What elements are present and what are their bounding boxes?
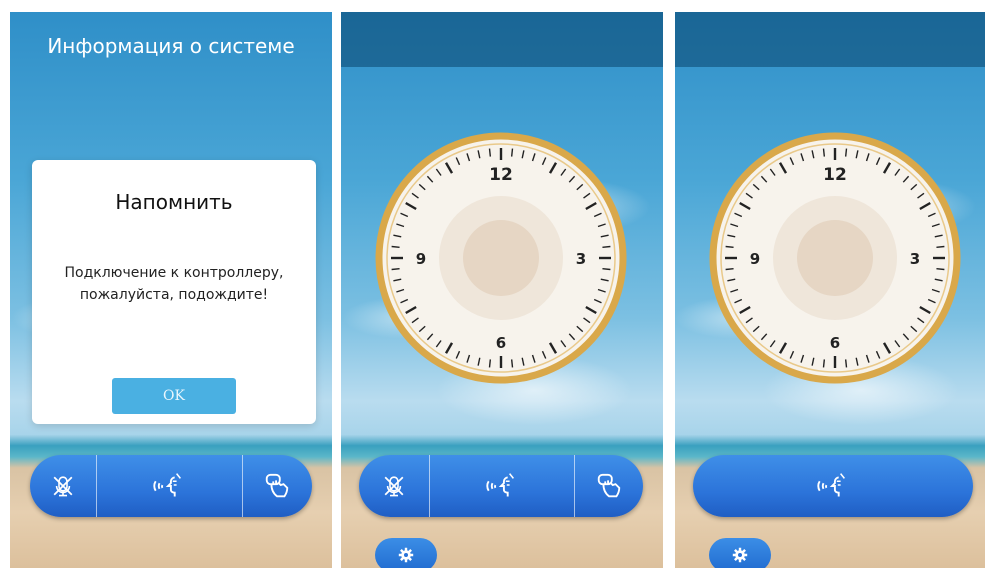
voice-talk-icon bbox=[150, 471, 188, 501]
clock-tick bbox=[488, 148, 492, 157]
screen-system-info: Информация о системе Напомнить Подключен… bbox=[10, 12, 332, 568]
clock-tick bbox=[391, 245, 400, 249]
top-bar bbox=[675, 12, 985, 67]
screen-clock-full: 12 3 6 9 bbox=[341, 12, 663, 568]
voice-talk-icon bbox=[483, 471, 521, 501]
clock-tick bbox=[936, 245, 945, 249]
clock-tick bbox=[936, 267, 945, 271]
control-bar bbox=[693, 455, 973, 517]
clock-label-6: 6 bbox=[830, 334, 840, 352]
clock-tick bbox=[510, 148, 514, 157]
clock-label-3: 3 bbox=[576, 250, 586, 268]
clock-tick bbox=[391, 267, 400, 271]
dialog-title: Напомнить bbox=[115, 190, 233, 214]
ok-button[interactable]: OK bbox=[112, 378, 236, 414]
dialog-message-line2: пожалуйста, подождите! bbox=[79, 287, 269, 303]
clock-label-3: 3 bbox=[910, 250, 920, 268]
mute-icon bbox=[382, 474, 406, 498]
clock-tick bbox=[844, 148, 848, 157]
clock-tick bbox=[510, 359, 514, 368]
control-bar bbox=[359, 455, 643, 517]
clock-label-9: 9 bbox=[750, 250, 760, 268]
talk-button[interactable] bbox=[430, 455, 576, 517]
clock-label-12: 12 bbox=[489, 165, 513, 185]
dialog-message: Подключение к контроллеру, пожалуйста, п… bbox=[42, 262, 306, 306]
talk-button[interactable] bbox=[693, 455, 973, 517]
mute-button[interactable] bbox=[359, 455, 430, 517]
page-title: Информация о системе bbox=[47, 34, 295, 58]
unlock-hand-icon bbox=[263, 472, 291, 500]
gear-icon bbox=[398, 547, 414, 563]
clock-label-9: 9 bbox=[416, 250, 426, 268]
reminder-dialog: Напомнить Подключение к контроллеру, пож… bbox=[32, 160, 316, 424]
settings-button[interactable] bbox=[709, 538, 771, 568]
settings-button[interactable] bbox=[375, 538, 437, 568]
control-bar bbox=[30, 455, 312, 517]
mute-button[interactable] bbox=[30, 455, 97, 517]
clock-tick bbox=[725, 245, 734, 249]
clock-label-12: 12 bbox=[823, 165, 847, 185]
analog-clock: 12 3 6 9 bbox=[709, 132, 961, 384]
voice-talk-icon bbox=[814, 471, 852, 501]
dialog-message-line1: Подключение к контроллеру, bbox=[64, 265, 284, 281]
screen-clock-talk: 12 3 6 9 bbox=[675, 12, 985, 568]
analog-clock: 12 3 6 9 bbox=[375, 132, 627, 384]
clock-tick bbox=[602, 267, 611, 271]
gear-icon bbox=[732, 547, 748, 563]
clock-tick bbox=[822, 148, 826, 157]
clock-label-6: 6 bbox=[496, 334, 506, 352]
clock-tick bbox=[844, 359, 848, 368]
top-bar bbox=[341, 12, 663, 67]
mute-icon bbox=[51, 474, 75, 498]
clock-tick bbox=[822, 359, 826, 368]
unlock-button[interactable] bbox=[243, 455, 313, 517]
clock-tick bbox=[488, 359, 492, 368]
clock-tick bbox=[725, 267, 734, 271]
talk-button[interactable] bbox=[97, 455, 243, 517]
unlock-hand-icon bbox=[595, 472, 623, 500]
clock-tick bbox=[602, 245, 611, 249]
unlock-button[interactable] bbox=[575, 455, 643, 517]
